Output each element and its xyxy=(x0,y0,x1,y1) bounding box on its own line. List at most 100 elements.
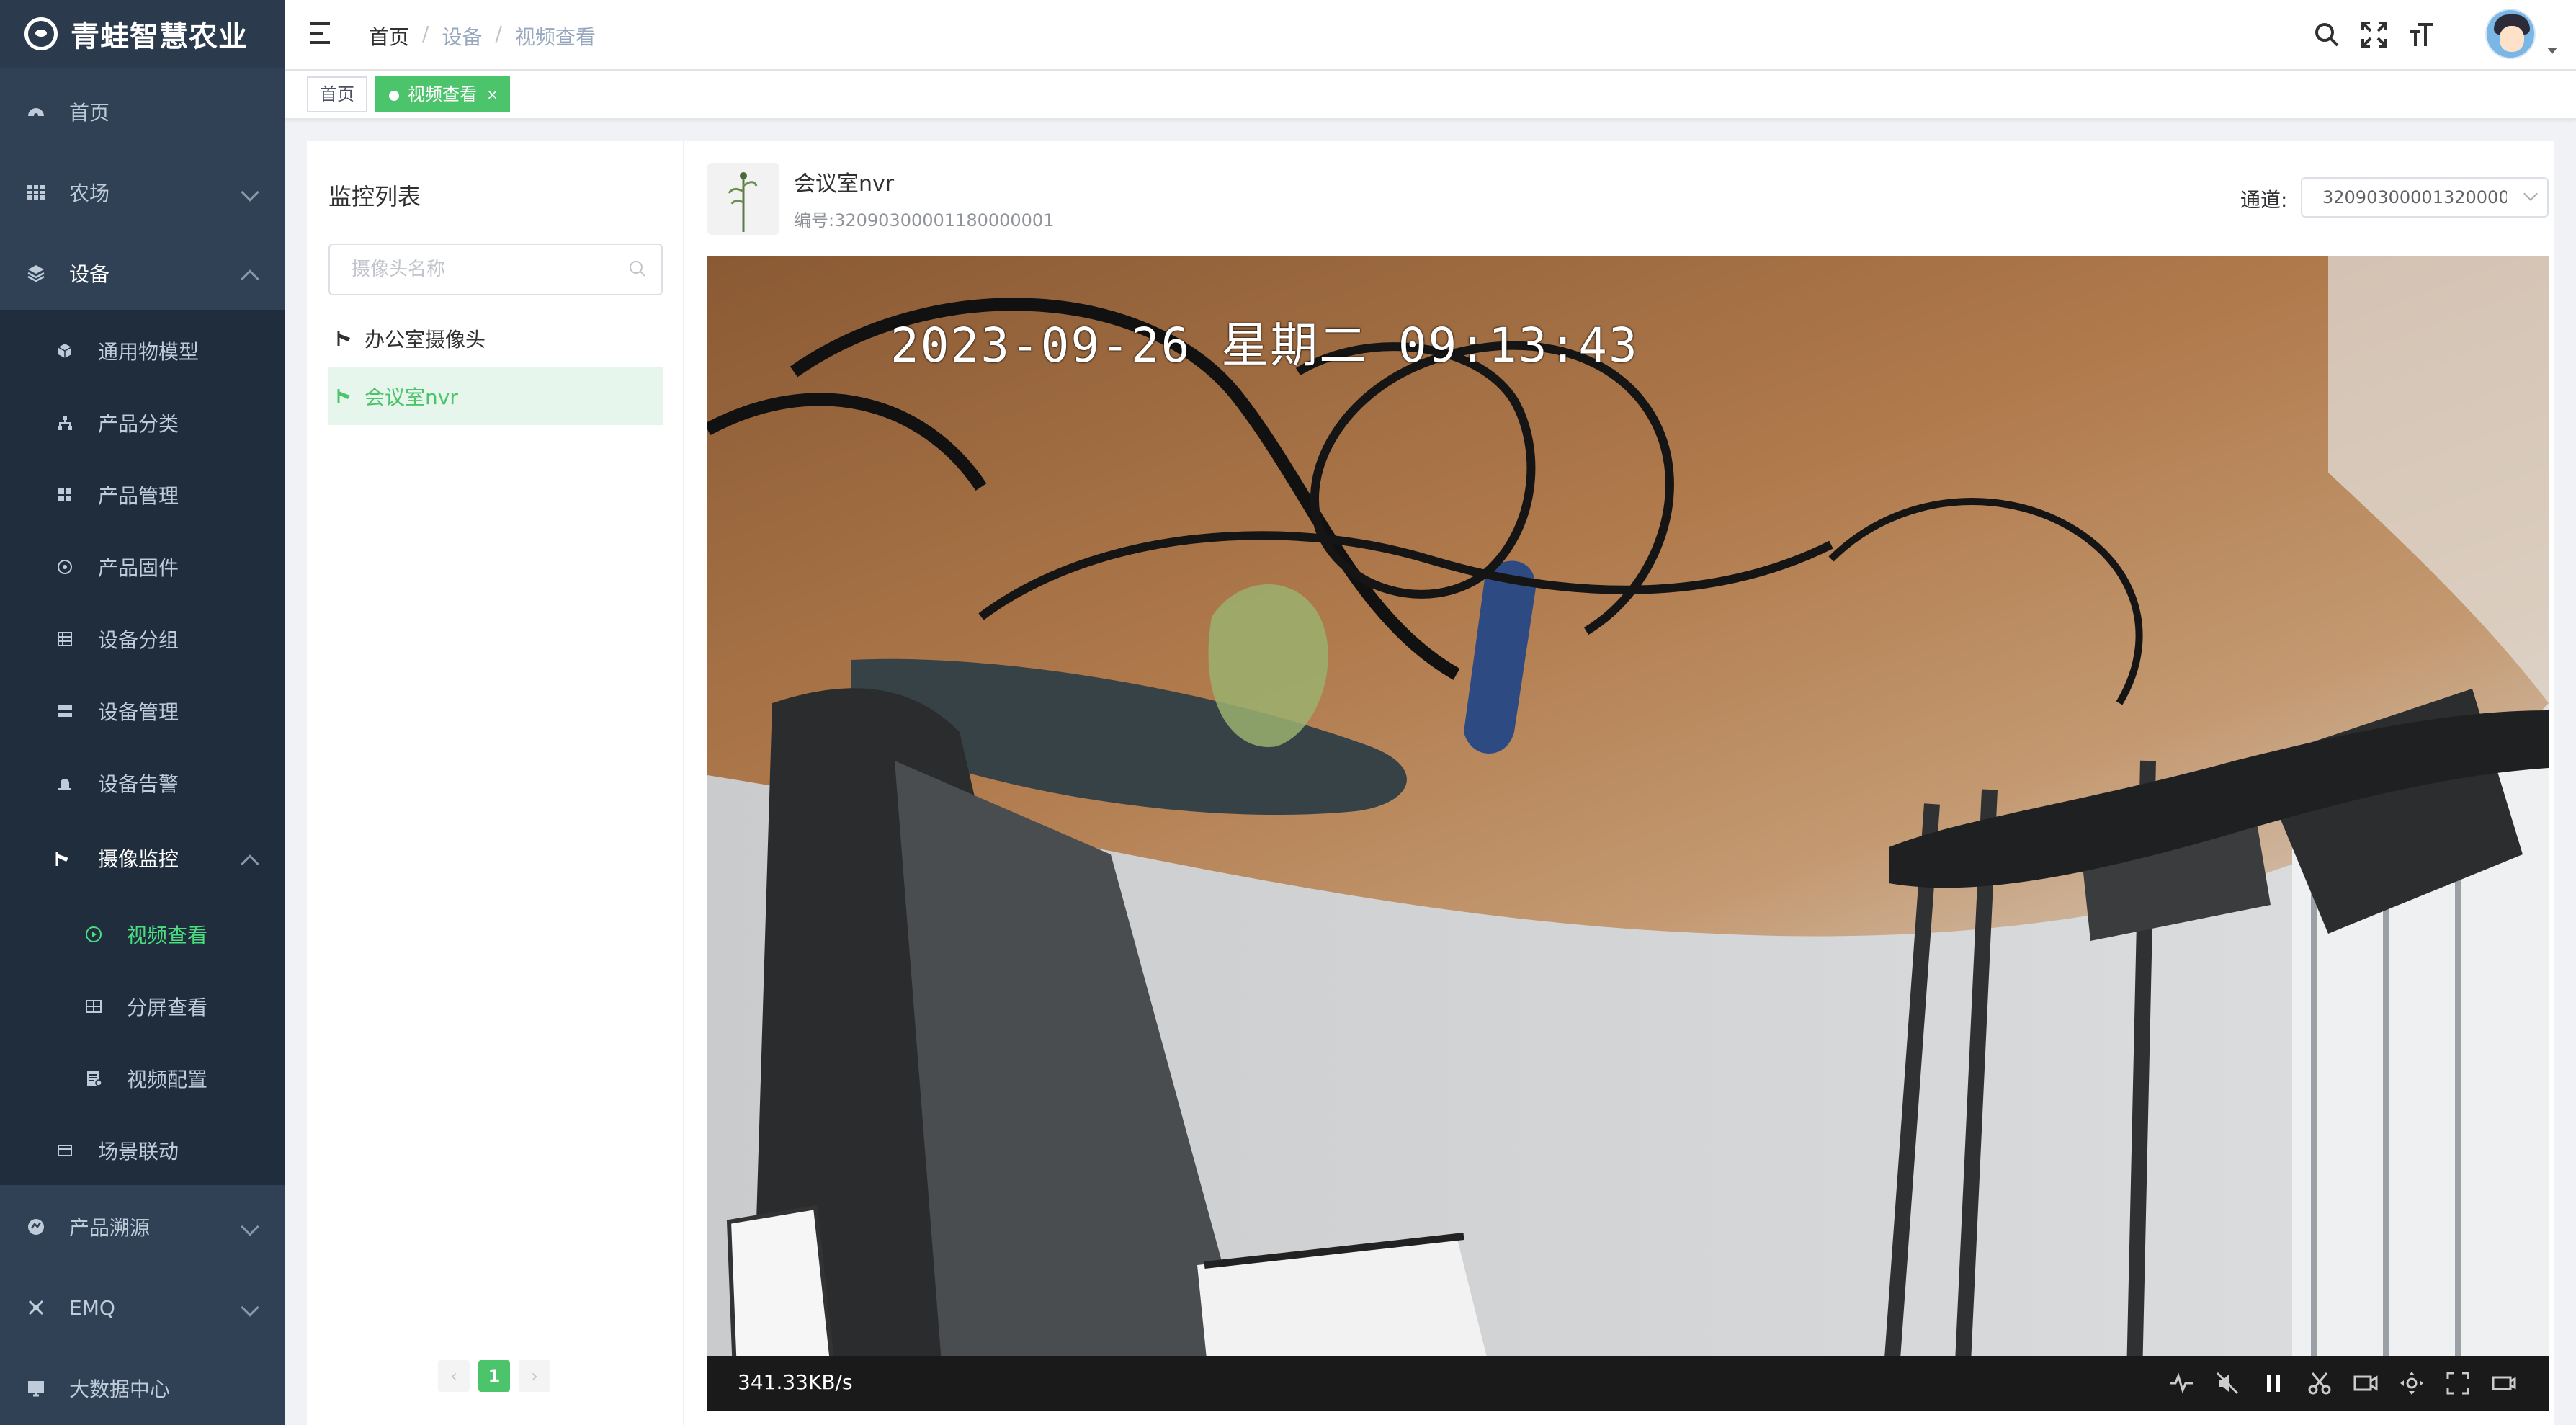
trace-icon xyxy=(26,1217,46,1237)
sidebar-item-split-view[interactable]: 分屏查看 xyxy=(0,988,285,1024)
video-control-bar: 341.33KB/s xyxy=(707,1356,2549,1411)
sidebar-item-farm[interactable]: 农场 xyxy=(0,174,285,210)
search-icon[interactable] xyxy=(2312,20,2341,49)
mute-icon[interactable] xyxy=(2214,1370,2240,1396)
chevron-down-icon xyxy=(241,183,259,202)
sidebar-item-device[interactable]: 设备 xyxy=(0,255,285,291)
breadcrumb-current: 视频查看 xyxy=(514,25,596,49)
sidebar-item-scene-linkage[interactable]: 场景联动 xyxy=(0,1133,285,1169)
video-osd-datetime: 2023-09-26 星期二 09:13:43 xyxy=(890,318,1639,373)
channel-select[interactable]: 32090300001320000001 xyxy=(2301,177,2549,218)
sidebar-item-thing-model[interactable]: 通用物模型 xyxy=(0,333,285,369)
app-logo[interactable]: 青蛙智慧农业 xyxy=(0,0,285,68)
sidebar-item-device-alarm[interactable]: 设备告警 xyxy=(0,765,285,801)
device-name: 会议室nvr xyxy=(794,171,895,197)
chevron-up-icon xyxy=(241,854,259,873)
sidebar-item-label: EMQ xyxy=(69,1295,115,1320)
sidebar-item-home[interactable]: 首页 xyxy=(0,94,285,130)
navbar: 首页 / 设备 / 视频查看 xyxy=(285,0,2576,71)
channel-label: 通道: xyxy=(2240,188,2288,212)
camera-search-input[interactable] xyxy=(330,245,618,294)
chevron-down-icon xyxy=(241,1218,259,1236)
dashboard-icon xyxy=(26,102,46,122)
search-icon[interactable] xyxy=(628,259,647,278)
waveform-icon[interactable] xyxy=(2168,1370,2194,1396)
chevron-down-icon xyxy=(241,1298,259,1317)
avatar[interactable] xyxy=(2485,9,2536,59)
camera-list-item[interactable]: 办公室摄像头 xyxy=(328,310,663,367)
tag-video-view[interactable]: 视频查看 × xyxy=(375,76,510,112)
sidebar: 青蛙智慧农业 首页 农场 设备 通用物模型 产品分类 产品管理 产品固件 设备分… xyxy=(0,0,285,1425)
tree-icon xyxy=(55,413,75,433)
sidebar-item-emq[interactable]: EMQ xyxy=(0,1290,285,1326)
close-icon[interactable]: × xyxy=(486,78,498,111)
monitor-list-panel: 监控列表 办公室摄像头 会议室nvr ‹ 1 › xyxy=(307,141,684,1425)
split-screen-icon xyxy=(84,996,104,1017)
sidebar-item-label: 首页 xyxy=(69,101,110,125)
server-icon xyxy=(55,701,75,721)
sidebar-item-label: 通用物模型 xyxy=(98,340,200,364)
camera-list-item-selected[interactable]: 会议室nvr xyxy=(328,367,663,425)
frog-logo-icon xyxy=(24,17,58,50)
sidebar-item-label: 设备管理 xyxy=(98,700,179,724)
sidebar-item-product-management[interactable]: 产品管理 xyxy=(0,477,285,513)
sidebar-item-label: 大数据中心 xyxy=(69,1377,171,1401)
app-title: 青蛙智慧农业 xyxy=(71,20,248,53)
layers-icon xyxy=(26,263,46,283)
sidebar-item-label: 视频查看 xyxy=(127,924,208,947)
snapshot-icon[interactable] xyxy=(2491,1370,2517,1396)
next-page-button[interactable]: › xyxy=(519,1360,550,1392)
sidebar-item-video-view[interactable]: 视频查看 xyxy=(0,916,285,952)
sidebar-item-label: 分屏查看 xyxy=(127,996,208,1019)
sidebar-item-camera-monitor[interactable]: 摄像监控 xyxy=(0,840,285,876)
sidebar-item-label: 产品管理 xyxy=(98,484,179,508)
breadcrumb-home[interactable]: 首页 xyxy=(369,22,409,50)
sidebar-item-device-group[interactable]: 设备分组 xyxy=(0,621,285,657)
breadcrumb-separator: / xyxy=(495,22,502,45)
config-icon xyxy=(84,1068,104,1089)
submenu-background xyxy=(0,310,285,1185)
sidebar-item-label: 产品固件 xyxy=(98,556,179,580)
font-size-icon[interactable] xyxy=(2407,20,2436,49)
sidebar-item-device-management[interactable]: 设备管理 xyxy=(0,693,285,729)
sidebar-item-label: 产品分类 xyxy=(98,412,179,436)
tag-home[interactable]: 首页 xyxy=(307,76,367,112)
camera-search xyxy=(328,244,663,295)
firmware-icon xyxy=(55,557,75,577)
sidebar-item-product-category[interactable]: 产品分类 xyxy=(0,405,285,441)
pagination: ‹ 1 › xyxy=(438,1360,550,1392)
scene-icon xyxy=(55,1140,75,1161)
caret-down-icon[interactable] xyxy=(2547,48,2557,54)
record-icon[interactable] xyxy=(2353,1370,2379,1396)
sidebar-item-product-trace[interactable]: 产品溯源 xyxy=(0,1209,285,1245)
camera-name: 办公室摄像头 xyxy=(365,328,486,352)
fullscreen-icon[interactable] xyxy=(2445,1370,2471,1396)
sidebar-item-video-config[interactable]: 视频配置 xyxy=(0,1060,285,1096)
bitrate-readout: 341.33KB/s xyxy=(738,1370,853,1394)
navbar-tools xyxy=(2288,0,2576,71)
page-number[interactable]: 1 xyxy=(478,1360,510,1392)
breadcrumb-device: 设备 xyxy=(442,25,483,49)
hamburger-icon[interactable] xyxy=(310,22,336,47)
sidebar-item-bigdata[interactable]: 大数据中心 xyxy=(0,1370,285,1406)
breadcrumb-separator: / xyxy=(422,22,429,45)
ptz-icon[interactable] xyxy=(2399,1370,2425,1396)
grid-icon xyxy=(55,485,75,505)
video-view-panel: 会议室nvr 编号:32090300001180000001 通道: 32090… xyxy=(684,141,2554,1425)
camera-icon xyxy=(55,848,75,868)
alarm-icon xyxy=(55,773,75,793)
pause-icon[interactable] xyxy=(2260,1370,2286,1396)
tag-label: 视频查看 xyxy=(408,84,477,104)
device-thumbnail xyxy=(707,163,779,235)
emq-icon xyxy=(26,1297,46,1318)
fullscreen-icon[interactable] xyxy=(2360,20,2389,49)
group-icon xyxy=(55,629,75,649)
screenshot-icon[interactable] xyxy=(2307,1370,2333,1396)
monitor-icon xyxy=(26,1378,46,1398)
sidebar-item-label: 视频配置 xyxy=(127,1068,208,1091)
prev-page-button[interactable]: ‹ xyxy=(438,1360,470,1392)
sidebar-item-product-firmware[interactable]: 产品固件 xyxy=(0,549,285,585)
video-player[interactable]: 2023-09-26 星期二 09:13:43 341.33KB/s xyxy=(707,256,2549,1411)
table-icon xyxy=(26,182,46,202)
sidebar-item-label: 产品溯源 xyxy=(69,1216,151,1240)
